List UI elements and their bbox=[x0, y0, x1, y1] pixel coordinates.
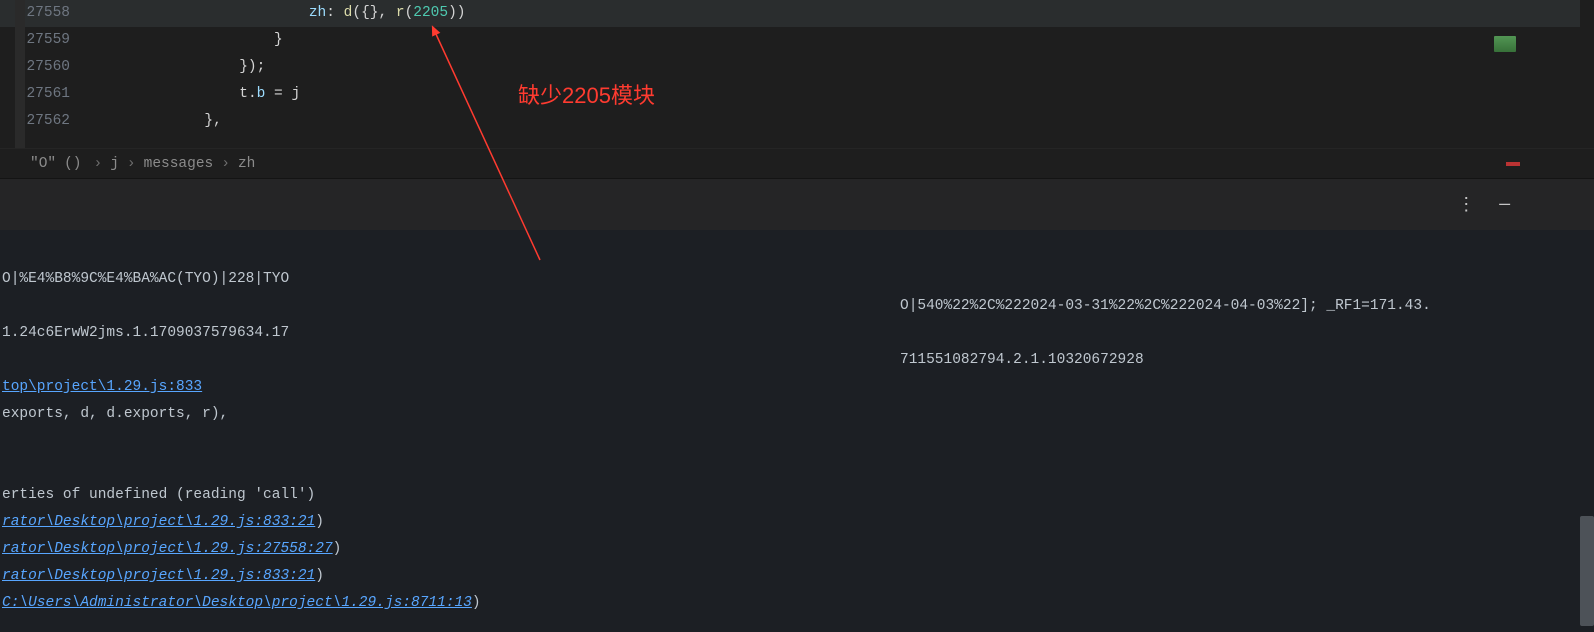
code-line[interactable]: 27558 zh: d({}, r(2205)) bbox=[0, 0, 1594, 27]
term-line: rator\Desktop\project\1.29.js:833:21) bbox=[2, 509, 1592, 536]
code-content: }); bbox=[100, 54, 265, 81]
term-right-column: O|540%22%2C%222024-03-31%22%2C%222024-04… bbox=[900, 266, 1431, 374]
file-link[interactable]: rator\Desktop\project\1.29.js:27558:27 bbox=[2, 541, 333, 557]
gutter-border bbox=[15, 0, 25, 148]
term-line bbox=[900, 266, 1431, 293]
term-line: rator\Desktop\project\1.29.js:27558:27) bbox=[2, 536, 1592, 563]
minimize-icon[interactable]: — bbox=[1499, 195, 1510, 215]
code-content: zh: d({}, r(2205)) bbox=[100, 0, 466, 27]
chevron-right-icon: › bbox=[217, 156, 234, 172]
code-content: }, bbox=[100, 108, 222, 135]
panel-toolbar: ⋮ — bbox=[0, 178, 1594, 230]
terminal-panel[interactable]: O|%E4%B8%9C%E4%BA%AC(TYO)|228|TYO 1.24c6… bbox=[0, 266, 1594, 632]
panel-gap bbox=[0, 230, 1594, 266]
term-line: top\project\1.29.js:833 bbox=[2, 374, 1592, 401]
term-line: C:\Users\Administrator\Desktop\project\1… bbox=[2, 590, 1592, 617]
code-line[interactable]: 27562 }, bbox=[0, 108, 1594, 135]
file-link[interactable]: rator\Desktop\project\1.29.js:833:21 bbox=[2, 568, 315, 584]
bc-seg-messages[interactable]: messages bbox=[140, 156, 218, 172]
bc-seg-zh[interactable]: zh bbox=[234, 156, 259, 172]
term-line: 711551082794.2.1.10320672928 bbox=[900, 347, 1431, 374]
term-line bbox=[900, 320, 1431, 347]
term-line: rator\Desktop\project\1.29.js:833:21) bbox=[2, 563, 1592, 590]
chevron-right-icon: › bbox=[90, 156, 107, 172]
breadcrumb[interactable]: "O"() › j › messages › zh bbox=[0, 148, 1594, 178]
file-link[interactable]: rator\Desktop\project\1.29.js:833:21 bbox=[2, 514, 315, 530]
code-line[interactable]: 27560 }); bbox=[0, 54, 1594, 81]
term-line bbox=[2, 428, 1592, 455]
code-content: t.b = j bbox=[100, 81, 300, 108]
minimap-indicator bbox=[1494, 36, 1516, 52]
editor-scrollbar[interactable] bbox=[1580, 0, 1594, 148]
code-content: } bbox=[100, 27, 283, 54]
scroll-thumb[interactable] bbox=[1580, 516, 1594, 626]
code-line[interactable]: 27561 t.b = j bbox=[0, 81, 1594, 108]
code-line[interactable]: 27559 } bbox=[0, 27, 1594, 54]
file-link[interactable]: C:\Users\Administrator\Desktop\project\1… bbox=[2, 595, 472, 611]
term-line: erties of undefined (reading 'call') bbox=[2, 482, 1592, 509]
term-line: exports, d, d.exports, r), bbox=[2, 401, 1592, 428]
file-link[interactable]: top\project\1.29.js:833 bbox=[2, 379, 202, 395]
terminal-scrollbar[interactable] bbox=[1580, 266, 1594, 632]
bc-seg-j[interactable]: j bbox=[106, 156, 123, 172]
code-editor[interactable]: 27558 zh: d({}, r(2205)) 27559 } 27560 }… bbox=[0, 0, 1594, 148]
term-line: O|540%22%2C%222024-03-31%22%2C%222024-04… bbox=[900, 293, 1431, 320]
term-line bbox=[2, 455, 1592, 482]
bc-seg-o[interactable]: "O"() bbox=[22, 156, 90, 172]
chevron-right-icon: › bbox=[123, 156, 140, 172]
error-marker bbox=[1506, 162, 1520, 166]
kebab-icon[interactable]: ⋮ bbox=[1457, 194, 1475, 216]
